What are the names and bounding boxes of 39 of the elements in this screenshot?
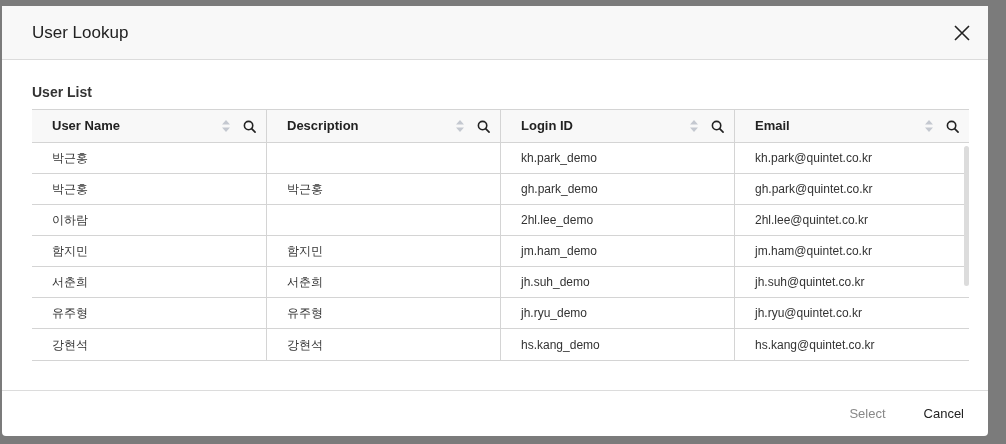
table-cell-text: jm.ham_demo <box>521 243 598 260</box>
close-icon[interactable] <box>954 24 970 41</box>
scrollbar-thumb[interactable] <box>964 146 969 286</box>
column-label: Login ID <box>521 117 574 136</box>
search-icon[interactable] <box>946 119 959 133</box>
search-icon[interactable] <box>711 119 724 133</box>
column-label: Description <box>287 117 360 136</box>
table-cell-text: 이하람 <box>52 212 88 229</box>
table-cell-text: 2hl.lee@quintet.co.kr <box>755 212 868 229</box>
table-cell-text: 강현석 <box>287 336 323 354</box>
table-cell-text: hs.kang@quintet.co.kr <box>755 336 875 354</box>
table-cell-text: 2hl.lee_demo <box>521 212 594 229</box>
dialog-title: User Lookup <box>32 21 129 44</box>
column-label: Email <box>755 117 791 136</box>
table-cell-text: 유주형 <box>287 305 323 322</box>
search-icon[interactable] <box>477 119 490 133</box>
table-cell-text: jm.ham@quintet.co.kr <box>755 243 872 260</box>
table-cell-text: 강현석 <box>52 336 88 354</box>
search-icon[interactable] <box>243 119 256 133</box>
section-title: User List <box>32 83 92 102</box>
table-cell-text: hs.kang_demo <box>521 336 600 354</box>
table-cell-text: 박근홍 <box>287 181 323 198</box>
table-cell-text: jh.suh@quintet.co.kr <box>755 274 865 291</box>
table-cell-text: gh.park_demo <box>521 181 598 198</box>
table-cell-text: gh.park@quintet.co.kr <box>755 181 873 198</box>
dialog-button[interactable]: Cancel <box>911 399 976 428</box>
table-cell-text: 서춘희 <box>287 274 323 291</box>
column-label: User Name <box>52 117 121 136</box>
table-cell-text: jh.suh_demo <box>521 274 590 291</box>
table-cell-text: kh.park_demo <box>521 150 598 167</box>
table-cell-text: 서춘희 <box>52 274 88 291</box>
table-cell-text: 박근홍 <box>52 150 88 167</box>
table-cell-text: 유주형 <box>52 305 88 322</box>
table-cell-text: kh.park@quintet.co.kr <box>755 150 872 167</box>
table-cell-text: 함지민 <box>52 243 88 260</box>
table-cell-text: jh.ryu@quintet.co.kr <box>755 305 862 322</box>
table-cell-text: jh.ryu_demo <box>521 305 588 322</box>
table-cell-text: 함지민 <box>287 243 323 260</box>
table-cell-text: 박근홍 <box>52 181 88 198</box>
